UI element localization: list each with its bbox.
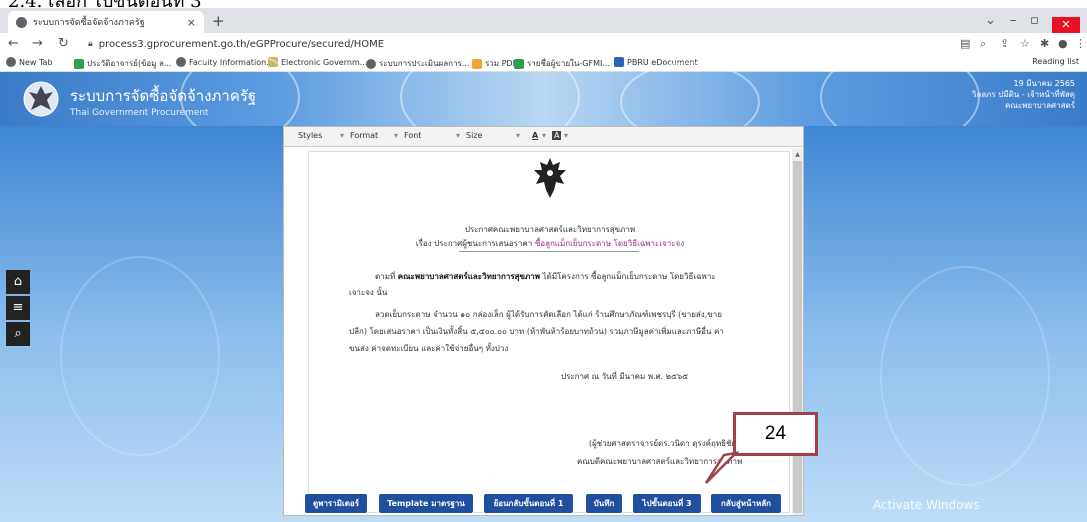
new-tab-button[interactable]: + [212,14,225,29]
doc-subject: เรื่อง ประกาศผู้ชนะการเสนอราคา ซื้อลูกแม… [415,239,685,248]
browser-tab[interactable]: ระบบการจัดซื้อจัดจ้างภาครัฐ × [8,11,204,33]
header-user-info: 19 มีนาคม 2565 วิลลภร ปมีติน - เจ้าหน้าท… [972,78,1075,111]
header-dept: คณะพยาบาลศาสตร์ [1005,101,1075,110]
extensions-icon[interactable]: ✱ [1040,37,1049,50]
garuda-seal-icon [534,158,566,198]
header-user: วิลลภร ปมีติน - เจ้าหน้าที่พัสดุ [971,90,1075,99]
home-icon[interactable]: ⌂ [6,270,30,294]
bookmark-item[interactable]: New Tab [6,57,53,67]
doc-heading: ประกาศคณะพยาบาลศาสตร์และวิทยาการสุขภาพ [464,225,636,234]
menu-list-icon[interactable]: ≡ [6,296,30,320]
doc-para2-line2: ปลีก) โดยเสนอราคา เป็นเงินทั้งสิ้น ๕,๕๐๐… [349,327,724,336]
font-dropdown[interactable]: Font [404,131,421,140]
garuda-emblem-icon [23,81,59,117]
callout-pointer [704,451,740,484]
scroll-up-icon[interactable]: ▲ [793,151,802,159]
tab-close-icon[interactable]: × [187,16,196,29]
minimize-icon[interactable]: – [1010,14,1017,27]
doc-divider [459,251,639,252]
bookmark-star-icon[interactable]: ☆ [1020,37,1030,50]
back-to-main-button[interactable]: กลับสู่หน้าหลัก [710,493,782,514]
doc-signer: (ผู้ช่วยศาสตราจารย์ดร.วนิดา ดุรงค์ฤทธิชั… [589,439,740,448]
document-caption: 2.4. เลือก ไปขั้นตอนที่ 3 [0,0,1087,8]
scroll-thumb[interactable] [793,161,802,513]
save-button[interactable]: บันทึก [585,493,623,514]
back-to-step1-button[interactable]: ย้อนกลับขั้นตอนที่ 1 [483,493,574,514]
doc-para1-line1: ตามที่ คณะพยาบาลศาสตร์และวิทยาการสุขภาพ … [375,271,716,281]
doc-announce-date: ประกาศ ณ วันที่ มีนาคม พ.ศ. ๒๕๖๕ [561,372,689,381]
favicon-icon [16,16,27,28]
callout-number: 24 [764,423,787,444]
site-header: ระบบการจัดซื้อจัดจ้างภาครัฐ Thai Governm… [0,42,1087,152]
maximize-icon[interactable]: ▫ [1030,14,1039,27]
step-callout: 24 [733,412,818,456]
profile-avatar[interactable]: ● [1058,37,1068,50]
view-parameters-button[interactable]: ดูพารามิเตอร์ [304,493,368,514]
size-dropdown[interactable]: Size [466,131,482,140]
tab-title: ระบบการจัดซื้อจัดจ้างภาครัฐ [33,18,145,28]
doc-para2-line3: ขนส่ง ค่าจดทะเบียน และค่าใช้จ่ายอื่นๆ ทั… [349,344,509,353]
activate-windows-watermark: Activate Windows [873,498,980,512]
search-icon[interactable]: ⌕ [6,322,30,346]
browser-tab-strip: ระบบการจัดซื้อจัดจ้างภาครัฐ × + ⌄ – ▫ ✕ [0,8,1087,33]
bookmark-item[interactable]: ประวัติอาจารย์(ข้อมู ล... [74,57,172,70]
styles-dropdown[interactable]: Styles [298,131,322,140]
forward-icon[interactable]: → [32,37,43,50]
editor-toolbar: Styles ▾ Format ▾ Font ▾ Size ▾ A ▾ A ▾ [284,127,803,147]
tab-search-icon[interactable]: ⌄ [985,14,996,27]
reading-list-button[interactable]: Reading list [1032,57,1079,66]
lock-icon: 🔒︎ [88,39,93,49]
doc-para1-line2: เจาะจง นั้น [349,288,388,297]
editor-scrollbar[interactable]: ▲ [792,149,803,515]
doc-para2-line1: ลวดเย็บกระดาษ จำนวน ๑๐ กล่องเล็ก ผู้ได้ร… [375,310,722,319]
translate-icon[interactable]: ▤ [960,37,970,50]
caption-text: 2.4. เลือก ไปขั้นตอนที่ 3 [8,0,202,8]
format-dropdown[interactable]: Format [350,131,378,140]
share-icon[interactable]: ⇪ [1000,37,1009,50]
site-title: ระบบการจัดซื้อจัดจ้างภาครัฐ [70,87,257,105]
window-close-button[interactable]: ✕ [1052,17,1080,33]
go-to-step3-button[interactable]: ไปขั้นตอนที่ 3 [632,493,702,514]
bg-color-icon[interactable]: A [552,131,562,140]
site-subtitle: Thai Government Procurement [70,108,209,118]
standard-template-button[interactable]: Template มาตรฐาน [378,493,474,514]
menu-icon[interactable]: ⋮ [1075,37,1086,50]
back-icon[interactable]: ← [8,37,19,50]
zoom-icon[interactable]: ⌕ [980,37,986,50]
text-color-icon[interactable]: A [532,131,538,140]
url-text: process3.gprocurement.go.th/eGPProcure/s… [98,38,385,50]
header-date: 19 มีนาคม 2565 [1013,79,1075,88]
reload-icon[interactable]: ↻ [58,37,69,50]
